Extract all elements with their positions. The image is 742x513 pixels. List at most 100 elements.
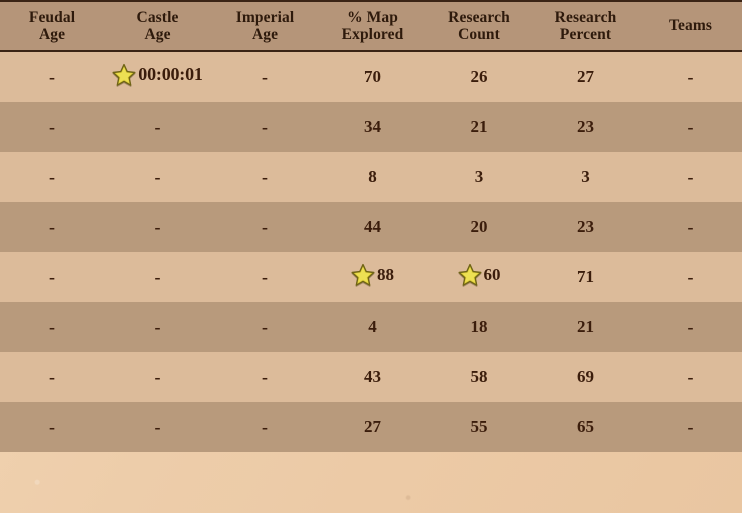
cell-research-count: 18 [426, 302, 532, 352]
cell-content: - [155, 317, 161, 338]
cell-feudal-age: - [0, 302, 104, 352]
cell-teams: - [639, 51, 742, 102]
cell-empty-value: - [154, 116, 161, 137]
column-header-label: Castle [136, 8, 179, 26]
star-icon [112, 63, 136, 86]
column-header-label: Teams [669, 17, 712, 35]
cell-content: - [49, 167, 55, 188]
cell-content: - [688, 317, 694, 338]
cell-empty-value: - [687, 266, 694, 287]
cell-value: 69 [577, 367, 594, 386]
cell-imperial-age: - [211, 352, 319, 402]
cell-value: 8 [368, 167, 377, 186]
column-header-research-percent[interactable]: Research Percent [532, 0, 639, 52]
column-header-label-second-line: Percent [559, 26, 612, 43]
cell-content: 21 [471, 117, 488, 137]
cell-content: - [49, 217, 55, 238]
cell-research-count: 55 [426, 402, 532, 452]
cell-research-count: 3 [426, 152, 532, 202]
cell-content: - [262, 217, 268, 238]
cell-empty-value: - [154, 166, 161, 187]
cell-content: 60 [458, 263, 501, 287]
cell-research-count: 60 [426, 252, 532, 302]
cell-feudal-age: - [0, 102, 104, 152]
table-row[interactable]: - - - 4 18 21 - [0, 302, 742, 352]
cell-imperial-age: - [211, 152, 319, 202]
cell-research-percent: 69 [532, 352, 639, 402]
cell-empty-value: - [262, 166, 268, 187]
cell-content: - [155, 417, 161, 438]
cell-content: - [262, 267, 268, 288]
cell-content: - [262, 117, 268, 138]
table-header: Feudal Age Castle Age Imperial Age% Map Explor… [0, 0, 742, 52]
scoreboard-table: Feudal Age Castle Age Imperial Age% Map Explor… [0, 0, 742, 452]
cell-value: 23 [577, 217, 594, 236]
cell-content: 21 [577, 317, 594, 337]
column-header-label: Feudal [28, 8, 76, 26]
cell-map-explored: 4 [319, 302, 426, 352]
table-row[interactable]: - - - 43 58 69 - [0, 352, 742, 402]
cell-content: 71 [577, 267, 594, 287]
column-header-label: Research [554, 8, 617, 26]
cell-content: 58 [471, 367, 488, 387]
cell-research-percent: 23 [532, 102, 639, 152]
cell-value: 23 [577, 117, 594, 136]
table-row[interactable]: - - - 27 55 65 - [0, 402, 742, 452]
cell-value: 27 [577, 67, 594, 86]
cell-value: 65 [577, 417, 594, 436]
cell-content: - [155, 167, 161, 188]
column-header-castle-age[interactable]: Castle Age [104, 0, 211, 52]
cell-research-percent: 65 [532, 402, 639, 452]
table-row[interactable]: - - - 88 60 71 - [0, 252, 742, 302]
scoreboard-panel: Feudal Age Castle Age Imperial Age% Map Explor… [0, 0, 742, 452]
cell-value: 44 [364, 217, 381, 236]
cell-feudal-age: - [0, 152, 104, 202]
cell-content: 00:00:01 [112, 63, 203, 87]
cell-feudal-age: - [0, 252, 104, 302]
cell-content: - [155, 217, 161, 238]
cell-empty-value: - [154, 216, 161, 237]
cell-research-percent: 71 [532, 252, 639, 302]
table-row[interactable]: - 00:00:01 - 70 26 27 - [0, 51, 742, 102]
cell-teams: - [639, 302, 742, 352]
cell-value: 26 [470, 67, 488, 86]
cell-feudal-age: - [0, 402, 104, 452]
star-icon [458, 263, 481, 286]
cell-content: - [49, 267, 55, 288]
column-header-imperial-age[interactable]: Imperial Age [211, 0, 319, 52]
cell-empty-value: - [262, 216, 268, 237]
cell-content: - [262, 417, 268, 438]
cell-content: - [155, 367, 161, 388]
column-header-teams[interactable]: Teams [639, 0, 742, 52]
header-row: Feudal Age Castle Age Imperial Age% Map Explor… [0, 0, 742, 52]
cell-content: 27 [577, 67, 594, 87]
table-row[interactable]: - - - 8 3 3 - [0, 152, 742, 202]
cell-teams: - [639, 152, 742, 202]
cell-imperial-age: - [211, 402, 319, 452]
table-row[interactable]: - - - 34 21 23 - [0, 102, 742, 152]
column-header-map-explored[interactable]: % Map Explored [319, 0, 426, 52]
cell-empty-value: - [687, 366, 694, 387]
cell-castle-age: - [104, 102, 211, 152]
cell-castle-age: - [104, 202, 211, 252]
cell-research-count: 21 [426, 102, 532, 152]
column-header-feudal-age[interactable]: Feudal Age [0, 0, 104, 52]
cell-map-explored: 70 [319, 51, 426, 102]
cell-content: - [262, 317, 268, 338]
cell-empty-value: - [262, 416, 268, 437]
cell-content: 8 [368, 167, 377, 187]
cell-empty-value: - [154, 416, 161, 437]
table-row[interactable]: - - - 44 20 23 - [0, 202, 742, 252]
column-header-label-second-line: Count [458, 26, 500, 43]
cell-value: 58 [470, 367, 488, 386]
cell-content: 18 [471, 317, 488, 337]
cell-empty-value: - [687, 116, 694, 137]
column-header-research-count[interactable]: Research Count [426, 0, 532, 52]
cell-content: - [155, 117, 161, 138]
cell-research-percent: 23 [532, 202, 639, 252]
cell-empty-value: - [154, 266, 161, 287]
cell-empty-value: - [262, 66, 268, 87]
cell-content: 3 [475, 167, 484, 187]
cell-content: 3 [581, 167, 590, 187]
cell-content: 55 [471, 417, 488, 437]
